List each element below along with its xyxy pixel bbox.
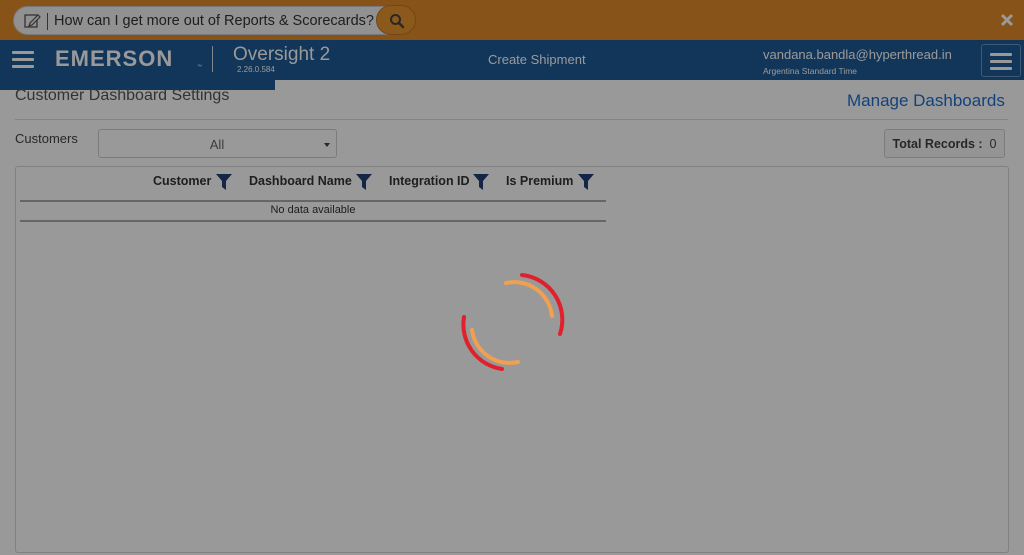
loading-spinner-icon <box>461 273 565 371</box>
